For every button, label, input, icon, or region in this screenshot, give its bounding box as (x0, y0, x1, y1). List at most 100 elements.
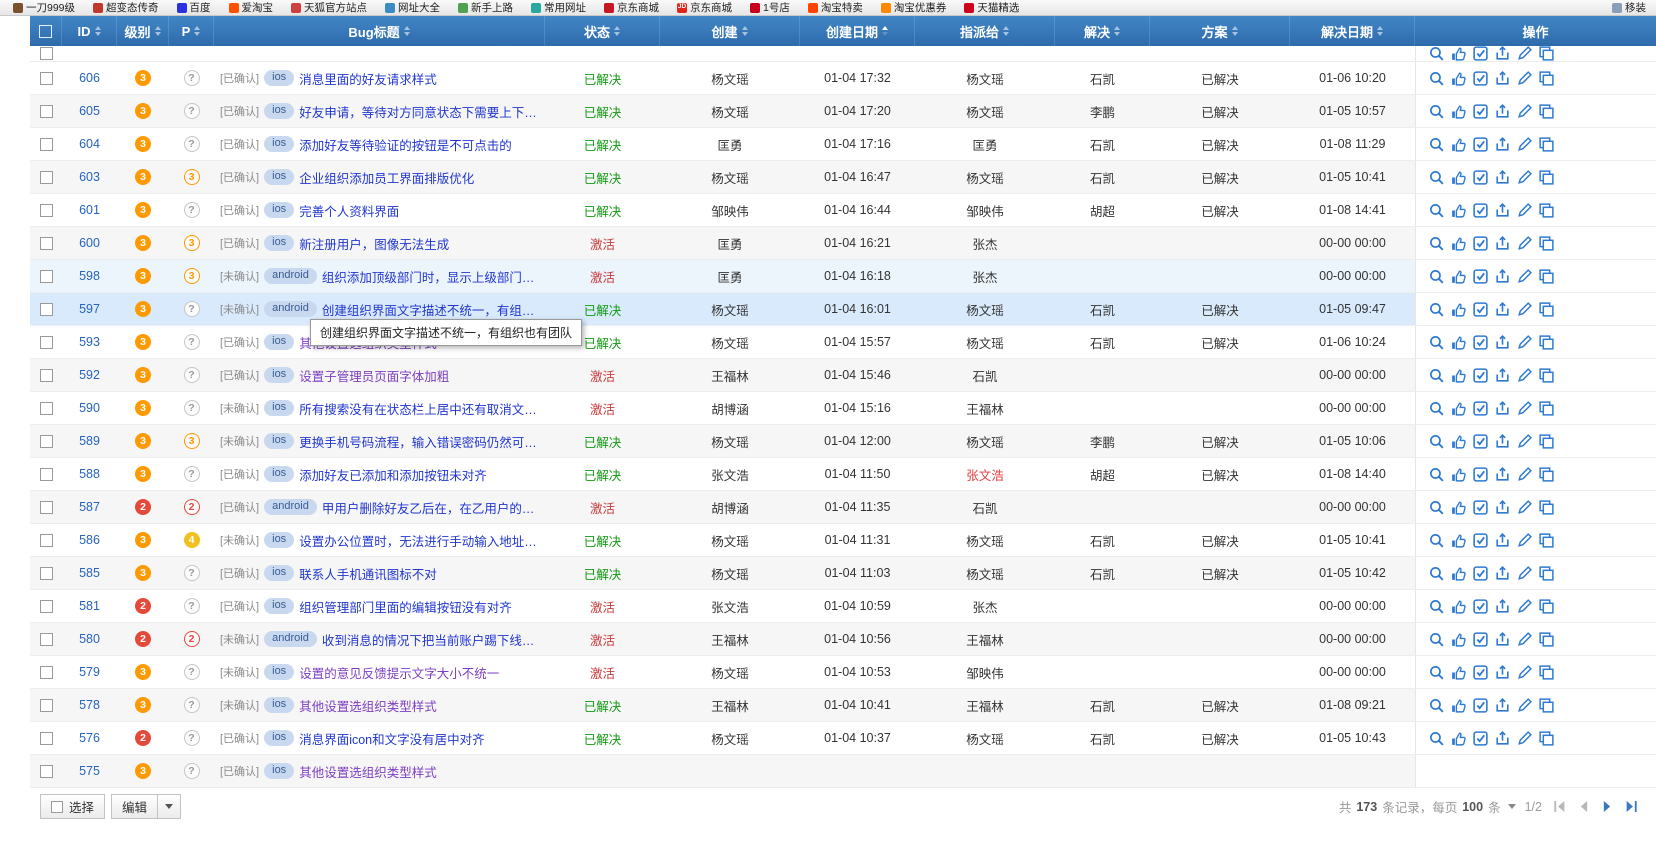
row-checkbox[interactable] (40, 501, 53, 514)
search-icon[interactable] (1428, 433, 1445, 450)
bug-title-link[interactable]: 所有搜索没有在状态栏上居中还有取消文字颜色不… (299, 399, 539, 418)
bug-title-link[interactable]: 企业组织添加员工界面排版优化 (299, 168, 474, 187)
bug-id-link[interactable]: 586 (79, 533, 100, 547)
copy-icon[interactable] (1538, 532, 1555, 549)
confirm-icon[interactable] (1450, 202, 1467, 219)
table-row[interactable]: 5762?[已确认]ios消息界面icon和文字没有居中对齐已解决杨文瑶01-0… (30, 722, 1656, 755)
last-page-icon[interactable] (1623, 798, 1640, 815)
select-button[interactable]: 选择 (40, 794, 105, 819)
search-icon[interactable] (1428, 565, 1445, 582)
search-icon[interactable] (1428, 664, 1445, 681)
bookmark-item[interactable]: 一刀999级 (4, 0, 84, 15)
search-icon[interactable] (1428, 70, 1445, 87)
bug-title-link[interactable]: 联系人手机通讯图标不对 (299, 564, 437, 583)
copy-icon[interactable] (1538, 697, 1555, 714)
copy-icon[interactable] (1538, 433, 1555, 450)
confirm-icon[interactable] (1450, 136, 1467, 153)
bookmark-item[interactable]: 淘宝特卖 (799, 0, 872, 15)
column-header-id[interactable]: ID (62, 16, 117, 46)
search-icon[interactable] (1428, 400, 1445, 417)
confirm-icon[interactable] (1450, 46, 1467, 61)
row-checkbox[interactable] (40, 468, 53, 481)
bug-title-link[interactable]: 完善个人资料界面 (299, 201, 399, 220)
confirm-icon[interactable] (1450, 367, 1467, 384)
search-icon[interactable] (1428, 136, 1445, 153)
bug-title-link[interactable]: 设置子管理员页面字体加粗 (299, 366, 449, 385)
resolve-icon[interactable] (1472, 433, 1489, 450)
search-icon[interactable] (1428, 499, 1445, 516)
confirm-icon[interactable] (1450, 103, 1467, 120)
bookmark-item[interactable]: 新手上路 (449, 0, 522, 15)
select-checkbox[interactable] (51, 801, 63, 813)
bookmark-item[interactable]: 1号店 (741, 0, 799, 15)
row-checkbox[interactable] (40, 138, 53, 151)
table-row[interactable]: 5793?[未确认]ios设置的意见反馈提示文字大小不统一激活杨文瑶01-04 … (30, 656, 1656, 689)
export-icon[interactable] (1494, 664, 1511, 681)
bug-title-link[interactable]: 组织管理部门里面的编辑按钮没有对齐 (299, 597, 512, 616)
table-row[interactable]: 5853?[已确认]ios联系人手机通讯图标不对已解决杨文瑶01-04 11:0… (30, 557, 1656, 590)
confirm-icon[interactable] (1450, 268, 1467, 285)
edit-icon[interactable] (1516, 400, 1533, 417)
confirm-icon[interactable] (1450, 598, 1467, 615)
table-row[interactable]: 58634[未确认]ios设置办公位置时，无法进行手动输入地址进行搜索已解决杨文… (30, 524, 1656, 557)
search-icon[interactable] (1428, 532, 1445, 549)
bug-id-link[interactable]: 593 (79, 335, 100, 349)
resolve-icon[interactable] (1472, 103, 1489, 120)
resolve-icon[interactable] (1472, 46, 1489, 61)
edit-icon[interactable] (1516, 499, 1533, 516)
search-icon[interactable] (1428, 730, 1445, 747)
resolve-icon[interactable] (1472, 400, 1489, 417)
row-checkbox[interactable] (40, 204, 53, 217)
edit-icon[interactable] (1516, 235, 1533, 252)
export-icon[interactable] (1494, 268, 1511, 285)
export-icon[interactable] (1494, 532, 1511, 549)
resolve-icon[interactable] (1472, 697, 1489, 714)
bug-title-link[interactable]: 甲用户删除好友乙后在，在乙用户的通讯录好… (322, 498, 539, 517)
table-row[interactable]: 6013?[已确认]ios完善个人资料界面已解决邹映伟01-04 16:44邹映… (30, 194, 1656, 227)
table-row[interactable]: 60333[已确认]ios企业组织添加员工界面排版优化已解决杨文瑶01-04 1… (30, 161, 1656, 194)
bug-id-link[interactable]: 589 (79, 434, 100, 448)
resolve-icon[interactable] (1472, 532, 1489, 549)
resolve-icon[interactable] (1472, 367, 1489, 384)
resolve-icon[interactable] (1472, 202, 1489, 219)
copy-icon[interactable] (1538, 202, 1555, 219)
edit-icon[interactable] (1516, 598, 1533, 615)
edit-icon[interactable] (1516, 70, 1533, 87)
bookmark-item[interactable]: 京东商城 (595, 0, 668, 15)
export-icon[interactable] (1494, 334, 1511, 351)
column-header-opened-by[interactable]: 创建 (660, 16, 800, 46)
bug-id-link[interactable]: 580 (79, 632, 100, 646)
bookmark-item[interactable]: 天猫精选 (955, 0, 1028, 15)
search-icon[interactable] (1428, 46, 1445, 61)
bookmark-item[interactable]: 常用网址 (522, 0, 595, 15)
edit-icon[interactable] (1516, 697, 1533, 714)
resolve-icon[interactable] (1472, 70, 1489, 87)
table-row-clipped[interactable] (30, 46, 1656, 62)
confirm-icon[interactable] (1450, 235, 1467, 252)
search-icon[interactable] (1428, 367, 1445, 384)
row-checkbox[interactable] (40, 699, 53, 712)
bug-id-link[interactable]: 604 (79, 137, 100, 151)
resolve-icon[interactable] (1472, 631, 1489, 648)
copy-icon[interactable] (1538, 367, 1555, 384)
edit-icon[interactable] (1516, 532, 1533, 549)
table-row[interactable]: 5973?[未确认]android创建组织界面文字描述不统一，有组织也有团队已解… (30, 293, 1656, 326)
bookmark-item[interactable]: 超变态传奇 (84, 0, 168, 15)
copy-icon[interactable] (1538, 400, 1555, 417)
search-icon[interactable] (1428, 334, 1445, 351)
resolve-icon[interactable] (1472, 169, 1489, 186)
edit-button[interactable]: 编辑 (111, 794, 158, 819)
edit-dropdown-button[interactable] (158, 794, 181, 819)
bug-id-link[interactable]: 606 (79, 71, 100, 85)
row-checkbox[interactable] (40, 369, 53, 382)
bug-title-link[interactable]: 设置办公位置时，无法进行手动输入地址进行搜索 (299, 531, 539, 550)
bug-title-link[interactable]: 组织添加顶级部门时，显示上级部门不合理 (322, 267, 539, 286)
copy-icon[interactable] (1538, 730, 1555, 747)
bug-title-link[interactable]: 设置的意见反馈提示文字大小不统一 (299, 663, 499, 682)
export-icon[interactable] (1494, 466, 1511, 483)
export-icon[interactable] (1494, 70, 1511, 87)
column-header-severity[interactable]: 级别 (117, 16, 169, 46)
export-icon[interactable] (1494, 499, 1511, 516)
export-icon[interactable] (1494, 697, 1511, 714)
prev-page-icon[interactable] (1575, 798, 1592, 815)
